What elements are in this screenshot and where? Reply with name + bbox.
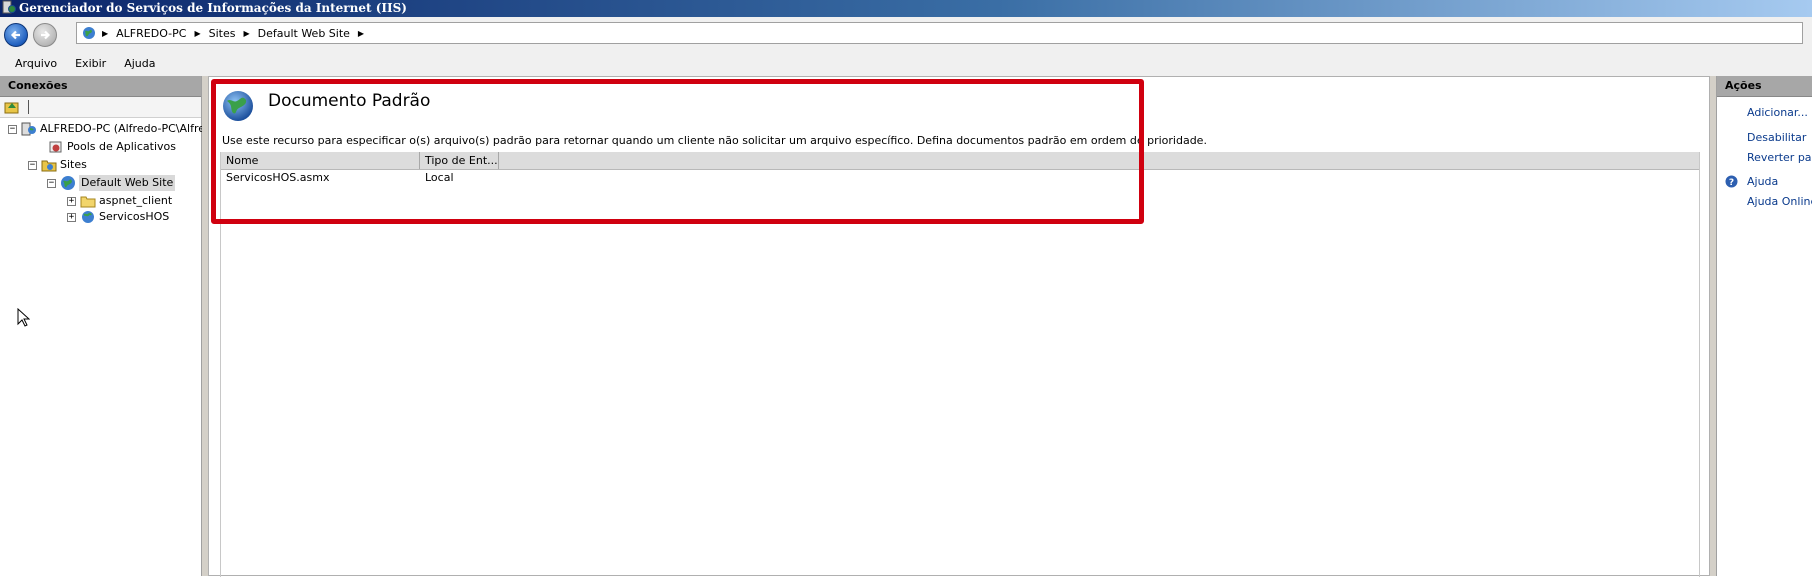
- globe-icon: [83, 27, 95, 39]
- tree-label-app-pools: Pools de Aplicativos: [67, 140, 176, 153]
- action-disable[interactable]: Desabilitar: [1747, 131, 1806, 144]
- actions-panel: Ações Adicionar... Desabilitar Reverter …: [1716, 76, 1812, 576]
- default-document-globe-icon: [223, 91, 253, 121]
- expand-icon[interactable]: +: [67, 212, 76, 222]
- action-help[interactable]: Ajuda: [1747, 175, 1778, 188]
- collapse-icon[interactable]: −: [8, 124, 17, 134]
- breadcrumb-separator-icon: ▶: [243, 28, 250, 38]
- action-revert[interactable]: Reverter para: [1747, 151, 1812, 164]
- grid-header: Nome Tipo de Ent...: [221, 152, 1699, 170]
- tree-label-default-web-site: Default Web Site: [79, 175, 176, 191]
- connect-icon[interactable]: [4, 100, 20, 114]
- menu-ajuda[interactable]: Ajuda: [124, 57, 155, 70]
- mouse-cursor-icon: [17, 308, 30, 327]
- iis-app-icon: [2, 0, 16, 14]
- server-icon: [21, 122, 36, 136]
- feature-description: Use este recurso para especificar o(s) a…: [222, 134, 1207, 147]
- tree-label-servicoshos: ServicosHOS: [99, 210, 170, 223]
- breadcrumb-separator-icon: ▶: [102, 28, 109, 38]
- expand-icon[interactable]: +: [67, 196, 76, 206]
- column-header-nome[interactable]: Nome: [221, 152, 420, 169]
- sites-folder-icon: [41, 160, 57, 172]
- tree-node-sites[interactable]: − Sites: [28, 157, 87, 173]
- action-online-help[interactable]: Ajuda Online: [1747, 195, 1812, 208]
- menu-bar: Arquivo Exibir Ajuda: [0, 50, 1812, 76]
- connections-panel: Conexões − ALFREDO-PC (Alfredo-PC\Alfred…: [0, 76, 212, 576]
- page-title: Documento Padrão: [268, 91, 431, 111]
- tree-label-sites: Sites: [60, 158, 87, 171]
- help-icon: ?: [1725, 175, 1738, 188]
- window-title: Gerenciador do Serviços de Informações d…: [19, 1, 407, 15]
- forward-arrow-icon: [41, 30, 51, 40]
- breadcrumb-sites[interactable]: Sites: [209, 27, 236, 40]
- breadcrumb-server[interactable]: ALFREDO-PC: [116, 27, 186, 40]
- row-name-cell[interactable]: ServicosHOS.asmx: [226, 171, 329, 184]
- default-documents-grid: Nome Tipo de Ent... ServicosHOS.asmx Loc…: [220, 152, 1700, 577]
- connections-toolbar: [0, 97, 201, 118]
- globe-icon: [61, 176, 75, 190]
- folder-icon: [80, 196, 96, 208]
- breadcrumb-separator-icon: ▶: [194, 28, 201, 38]
- navigation-bar: ▶ ALFREDO-PC ▶ Sites ▶ Default Web Site …: [0, 17, 1812, 50]
- title-bar: Gerenciador do Serviços de Informações d…: [0, 0, 1812, 17]
- collapse-icon[interactable]: −: [28, 160, 37, 170]
- breadcrumb-default-web-site[interactable]: Default Web Site: [258, 27, 350, 40]
- back-button[interactable]: [4, 23, 28, 47]
- web-application-icon: [82, 211, 94, 223]
- svg-text:?: ?: [1729, 178, 1734, 188]
- actions-header: Ações: [1717, 76, 1812, 97]
- tree-label-aspnet-client: aspnet_client: [99, 194, 173, 207]
- tree-node-servicoshos[interactable]: + ServicosHOS: [67, 209, 169, 225]
- row-type-cell[interactable]: Local: [425, 171, 454, 184]
- tree-node-aspnet-client[interactable]: + aspnet_client: [67, 193, 172, 209]
- connections-header: Conexões: [0, 76, 201, 97]
- menu-exibir[interactable]: Exibir: [75, 57, 106, 70]
- app-pools-icon: [49, 141, 62, 153]
- tree-node-default-web-site[interactable]: − Default Web Site: [47, 175, 176, 191]
- action-add[interactable]: Adicionar...: [1747, 106, 1808, 119]
- address-bar[interactable]: ▶ ALFREDO-PC ▶ Sites ▶ Default Web Site …: [76, 22, 1803, 44]
- feature-view: Documento Padrão Use este recurso para e…: [208, 76, 1710, 577]
- menu-arquivo[interactable]: Arquivo: [15, 57, 57, 70]
- tree-node-app-pools[interactable]: Pools de Aplicativos: [48, 139, 176, 155]
- back-arrow-icon: [10, 30, 20, 40]
- toolbar-separator: [28, 100, 29, 114]
- tree-node-server[interactable]: − ALFREDO-PC (Alfredo-PC\Alfred: [8, 121, 212, 137]
- collapse-icon[interactable]: −: [47, 178, 56, 188]
- breadcrumb-separator-icon[interactable]: ▶: [358, 29, 364, 38]
- column-header-tipo[interactable]: Tipo de Ent...: [420, 152, 499, 169]
- tree-label-server: ALFREDO-PC (Alfredo-PC\Alfred: [40, 122, 212, 135]
- forward-button[interactable]: [33, 23, 57, 47]
